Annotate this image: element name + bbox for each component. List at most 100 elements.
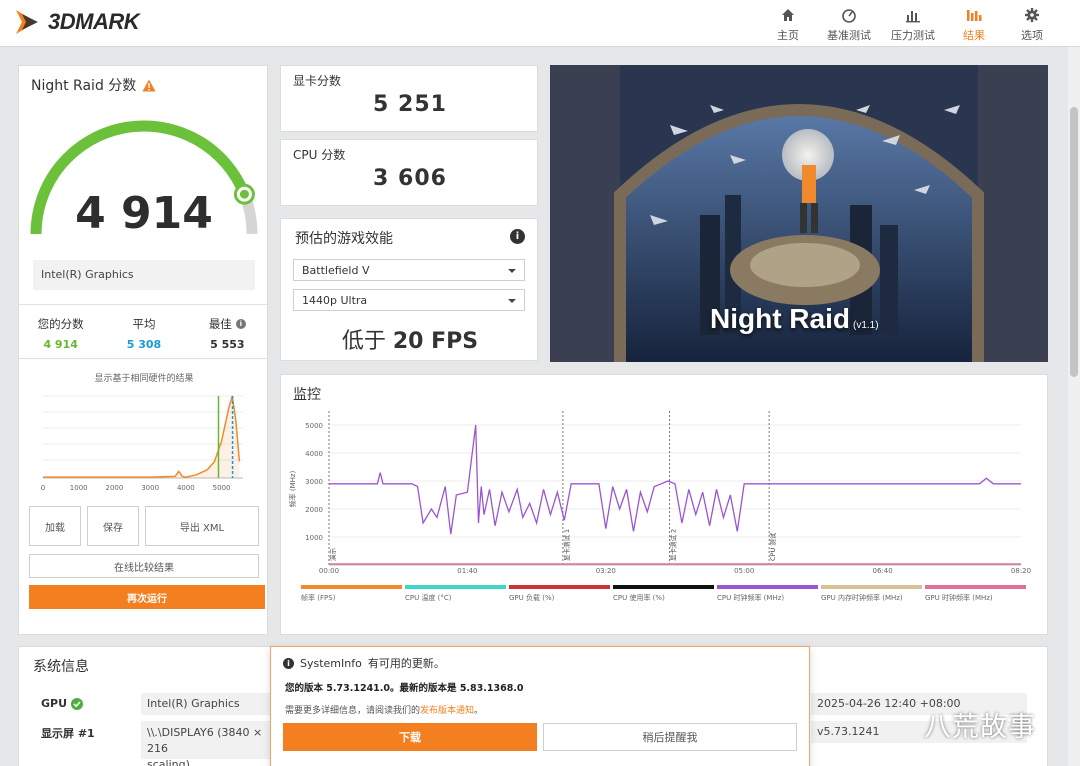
sysinfo-display-value-line2: scaling) (147, 758, 190, 766)
gpu-score-value: 5 251 (373, 92, 447, 117)
divider (19, 304, 269, 305)
histogram-caption: 显示基于相同硬件的结果 (94, 374, 194, 384)
stat-best-value: 5 553 (210, 338, 245, 351)
legend-item[interactable]: GPU 内存时钟频率 (MHz) (821, 585, 922, 603)
app-header: 3DMARK 主页 基准测试 压力测试 结果 选项 (0, 0, 1080, 47)
gpu-name: Intel(R) Graphics (33, 260, 255, 290)
histogram-tick-label: 3000 (141, 484, 159, 492)
legend-item[interactable]: GPU 时钟频率 (MHz) (925, 585, 1026, 603)
warning-icon[interactable] (142, 79, 156, 92)
legend-item[interactable]: GPU 负载 (%) (509, 585, 610, 603)
histogram-tick-label: 2000 (106, 484, 124, 492)
system-info-title: 系统信息 (33, 659, 89, 675)
cpu-score-value: 3 606 (373, 166, 447, 191)
test-phase-label: CPU 测试 (768, 532, 777, 561)
chevron-down-icon (508, 269, 516, 273)
stress-icon (906, 11, 920, 23)
legend-swatch (821, 585, 922, 589)
legend-item[interactable]: CPU 使用率 (%) (613, 585, 714, 603)
run-again-button[interactable]: 再次运行 (29, 585, 265, 609)
legend-item[interactable]: CPU 温度 (°C) (405, 585, 506, 603)
release-notes-link[interactable]: 发布版本通知 (420, 706, 474, 716)
chevron-down-icon (508, 299, 516, 303)
score-card-title: Night Raid 分数 (31, 75, 156, 95)
resolution-select-value: 1440p Ultra (302, 294, 368, 307)
popup-header: i SystemInfo 有可用的更新。 (283, 655, 445, 671)
overall-score: 4 914 (75, 188, 213, 239)
nav-benchmarks-label: 基准测试 (827, 29, 871, 42)
download-button[interactable]: 下载 (283, 723, 537, 751)
compare-online-button[interactable]: 在线比较结果 (29, 554, 259, 578)
x-tick-label: 06:40 (873, 567, 893, 575)
x-tick-label: 01:40 (457, 567, 477, 575)
scrollbar[interactable] (1068, 47, 1080, 766)
y-tick-label: 4000 (305, 450, 323, 458)
legend-item[interactable]: CPU 时钟频率 (MHz) (717, 585, 818, 603)
nav-benchmarks[interactable]: 基准测试 (820, 5, 878, 43)
info-icon[interactable]: i (235, 319, 246, 329)
histogram-line (43, 395, 241, 478)
legend-swatch (613, 585, 714, 589)
gpu-score-label: 显卡分数 (293, 74, 342, 88)
score-card: Night Raid 分数 4 914 Intel(R) Graphics 您的… (18, 65, 269, 635)
legend-label: CPU 时钟频率 (MHz) (717, 594, 785, 602)
monitoring-chart: 1000 2000 3000 4000 5000 频率 (MHz) 00:00 01:40 03… (288, 411, 1031, 575)
game-select-value: Battlefield V (302, 264, 370, 277)
popup-version-info: 您的版本 5.73.1241.0。最新的版本是 5.83.1368.0 (285, 683, 524, 694)
legend-item[interactable]: 帧率 (FPS) (301, 585, 402, 603)
logo-text: 3DMARK (48, 9, 140, 34)
y-tick-label: 3000 (305, 478, 323, 486)
nav-options[interactable]: 选项 (1006, 5, 1058, 43)
popup-title-suffix: 有可用的更新。 (367, 657, 445, 670)
nav-home[interactable]: 主页 (762, 5, 814, 43)
load-button[interactable]: 加载 (29, 506, 81, 546)
popup-title-prefix: SystemInfo (300, 656, 362, 670)
legend-swatch (405, 585, 506, 589)
y-axis-label: 频率 (MHz) (288, 470, 297, 507)
test-phase-label: 演示 (328, 548, 337, 562)
scrollbar-thumb[interactable] (1070, 107, 1078, 377)
legend-swatch (509, 585, 610, 589)
stat-average: 平均 5 308 (102, 316, 185, 351)
check-icon (71, 697, 84, 710)
info-icon[interactable]: i (510, 229, 525, 244)
update-notification: i SystemInfo 有可用的更新。 您的版本 5.73.1241.0。最新… (270, 646, 810, 766)
test-phase-label: 显卡测试 1 (562, 529, 571, 561)
y-tick-label: 5000 (305, 422, 323, 430)
export-xml-button[interactable]: 导出 XML (145, 506, 259, 546)
remind-later-button[interactable]: 稍后提醒我 (543, 723, 797, 751)
nav-stress-label: 压力测试 (891, 29, 935, 42)
night-raid-hero-image: Night Raid (v1.1) (550, 65, 1048, 362)
divider (19, 358, 269, 359)
estimated-fps: 低于 20 FPS (281, 323, 539, 355)
nav-home-label: 主页 (777, 29, 799, 42)
gauge-icon (842, 9, 856, 23)
nav-stress[interactable]: 压力测试 (884, 5, 942, 43)
home-icon (782, 9, 794, 21)
game-select[interactable]: Battlefield V (293, 259, 525, 281)
legend-label: GPU 负载 (%) (509, 594, 555, 602)
popup-details-suffix: 。 (474, 706, 484, 716)
score-title-text: Night Raid 分数 (31, 78, 137, 94)
y-tick-label: 2000 (305, 506, 323, 514)
histogram-tick-label: 4000 (177, 484, 195, 492)
score-stats: 您的分数 4 914 平均 5 308 最佳 i 5 553 (19, 316, 269, 351)
nav-results[interactable]: 结果 (948, 5, 1000, 43)
x-tick-label: 05:00 (734, 567, 754, 575)
legend-label: CPU 使用率 (%) (613, 594, 665, 602)
stat-yours: 您的分数 4 914 (19, 316, 102, 351)
monitoring-panel: 监控 1000 2000 3000 4000 5000 频率 (MHz) 00:00 01:4… (280, 374, 1048, 635)
x-tick-label: 08:20 (1011, 567, 1031, 575)
cpu-score-label: CPU 分数 (293, 148, 346, 162)
hero-version: (v1.1) (853, 320, 879, 331)
gear-icon (1025, 8, 1039, 22)
legend-label: 帧率 (FPS) (301, 594, 336, 602)
y-tick-label: 1000 (305, 534, 323, 542)
legend-label: GPU 内存时钟频率 (MHz) (821, 594, 903, 602)
stat-best-label: 最佳 (208, 317, 232, 331)
sysinfo-gpu-label: GPU (41, 697, 84, 710)
save-button[interactable]: 保存 (87, 506, 139, 546)
stat-yours-label: 您的分数 (37, 317, 84, 331)
resolution-select[interactable]: 1440p Ultra (293, 289, 525, 311)
histogram-tick-label: 5000 (213, 484, 231, 492)
